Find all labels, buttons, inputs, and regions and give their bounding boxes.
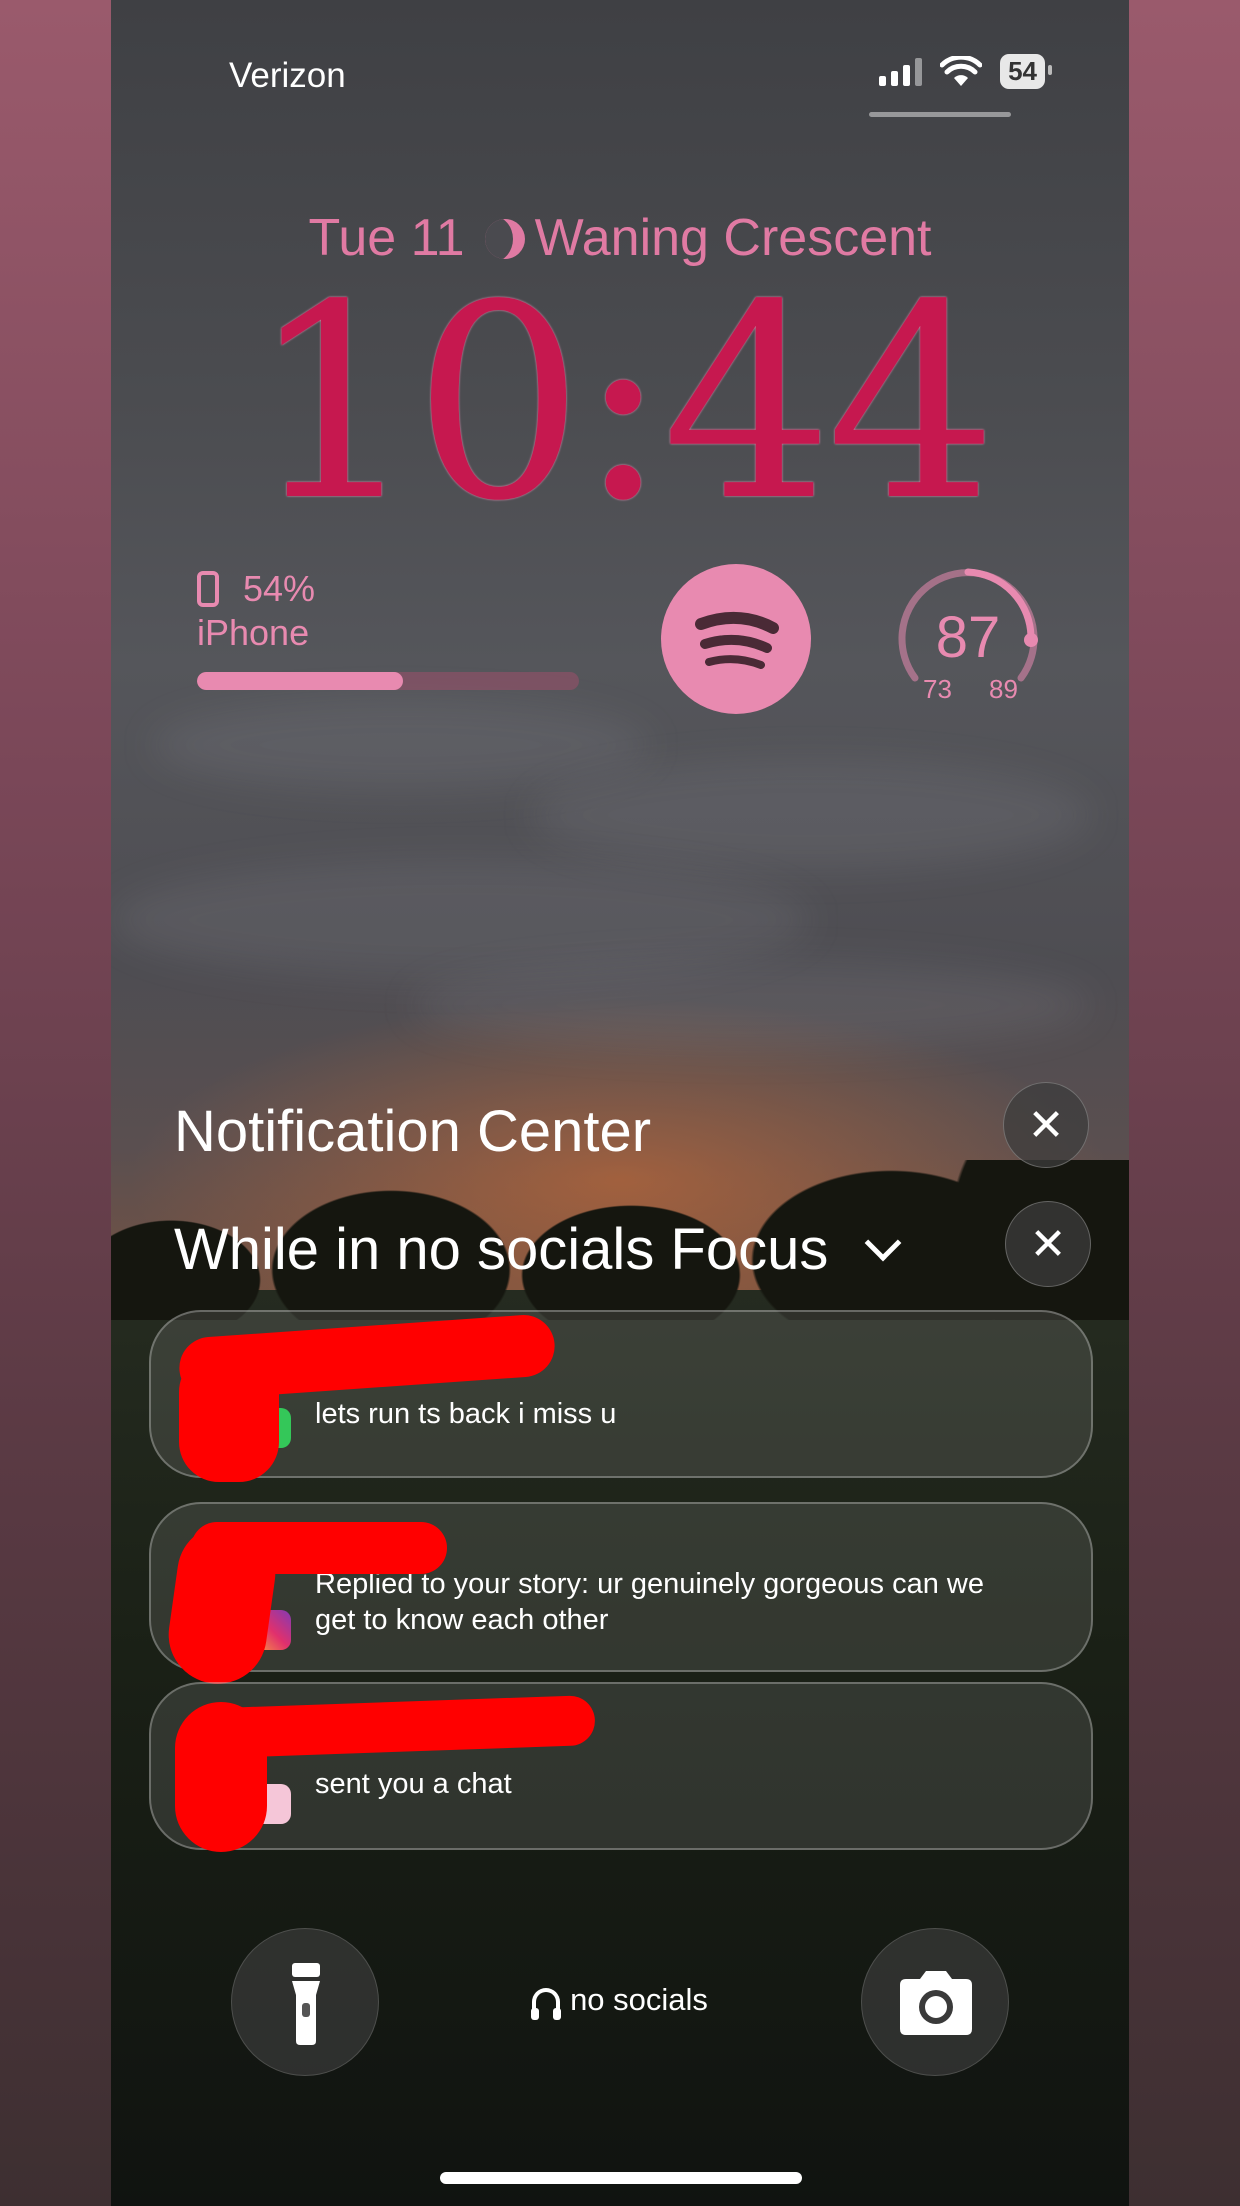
spotify-widget[interactable]: [661, 564, 811, 714]
wifi-icon: [940, 55, 983, 86]
notification-center-title: Notification Center: [174, 1099, 652, 1164]
cellular-signal-icon: [879, 57, 923, 86]
weather-widget[interactable]: 87 73 89: [893, 560, 1053, 710]
current-temperature: 87: [935, 605, 1001, 670]
notification-message: sent you a chat: [315, 1768, 512, 1800]
chevron-down-icon[interactable]: [864, 1224, 902, 1261]
redaction-mark: [191, 1522, 447, 1574]
clock: 10:44: [248, 248, 997, 560]
redaction-mark: [177, 1312, 557, 1402]
focus-mode-label: no socials: [570, 1982, 708, 2017]
clear-focus-group-button[interactable]: ✕: [1005, 1201, 1091, 1287]
battery-bar-fill: [197, 672, 404, 690]
cloud: [411, 960, 1091, 1050]
redaction-mark: [190, 1694, 596, 1760]
lock-screen: Verizon 54 Tue 11 Waning Crescent 10:44 5…: [111, 0, 1129, 2206]
battery-device-label: iPhone: [197, 612, 310, 653]
headphones-icon: [531, 1988, 562, 2020]
notch-indicator: [869, 112, 1011, 117]
close-icon: ✕: [1027, 1101, 1065, 1150]
home-indicator[interactable]: [440, 2172, 802, 2184]
notification-message: Replied to your story: ur genuinely gorg…: [315, 1568, 984, 1636]
battery-percent: 54%: [243, 568, 316, 609]
notification-message: lets run ts back i miss u: [315, 1398, 617, 1430]
notification-instagram[interactable]: Replied to your story: ur genuinely gorg…: [149, 1502, 1093, 1691]
iphone-icon: [197, 571, 219, 607]
cloud: [151, 700, 651, 790]
notification-messages[interactable]: lets run ts back i miss u: [149, 1310, 1093, 1482]
low-temperature: 73: [923, 674, 952, 704]
camera-icon: [900, 1971, 972, 2035]
focus-group-header[interactable]: While in no socials Focus: [174, 1216, 902, 1283]
status-icons: 54: [879, 54, 1052, 89]
spotify-icon: [695, 611, 779, 669]
battery-widget[interactable]: 54% iPhone: [197, 568, 579, 690]
focus-heading: While in no socials Focus: [174, 1217, 829, 1282]
camera-button[interactable]: [861, 1928, 1009, 2076]
cloud: [531, 760, 1091, 870]
carrier-label: Verizon: [229, 56, 346, 95]
battery-indicator: 54: [1000, 54, 1052, 89]
notification-snapchat[interactable]: sent you a chat: [149, 1682, 1093, 1852]
clear-all-button[interactable]: ✕: [1003, 1082, 1089, 1168]
close-icon: ✕: [1029, 1220, 1067, 1269]
battery-bar: [197, 672, 579, 690]
high-temperature: 89: [989, 674, 1018, 704]
